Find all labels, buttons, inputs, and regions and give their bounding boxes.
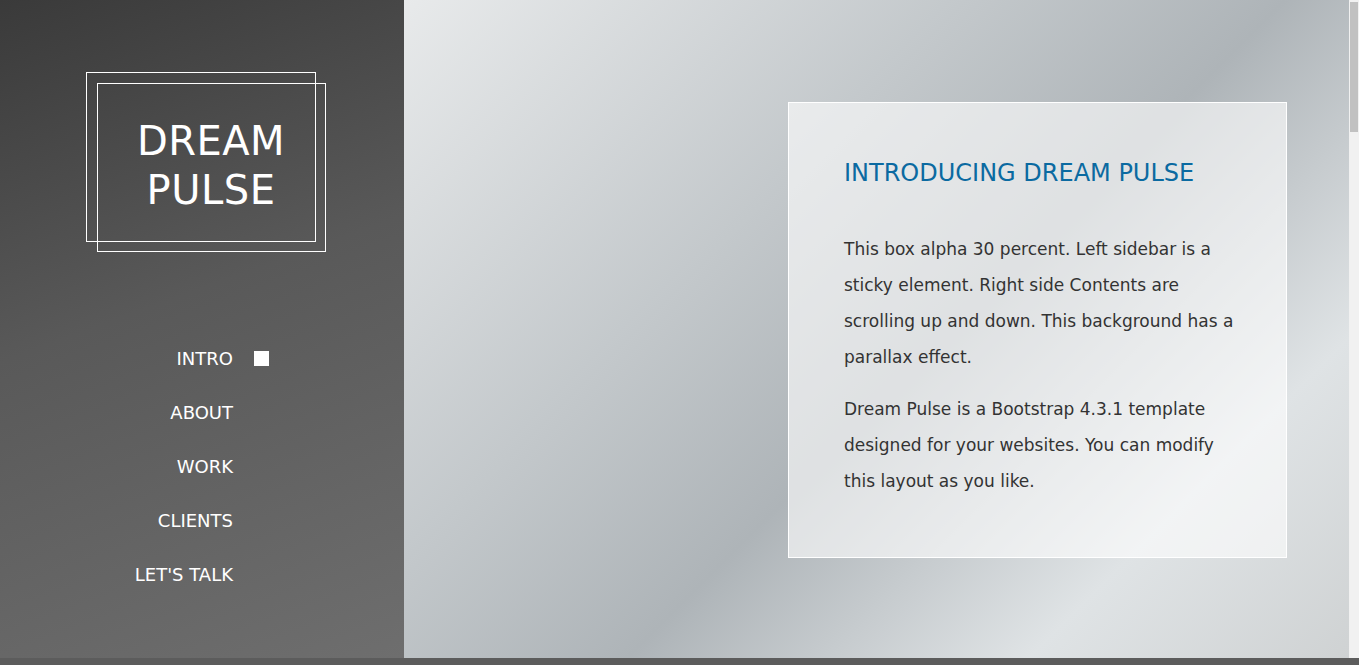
nav-marker xyxy=(254,459,269,474)
nav-label[interactable]: CLIENTS xyxy=(158,510,233,531)
nav-label[interactable]: ABOUT xyxy=(170,402,233,423)
logo[interactable]: DREAMPULSE xyxy=(86,72,316,242)
nav-marker xyxy=(254,405,269,420)
nav-marker xyxy=(254,513,269,528)
scrollbar[interactable] xyxy=(1349,0,1359,658)
nav-label[interactable]: WORK xyxy=(177,456,233,477)
nav-list: INTRO ABOUT WORK CLIENTS LET'S TALK xyxy=(0,331,404,601)
intro-paragraph: Dream Pulse is a Bootstrap 4.3.1 templat… xyxy=(844,391,1236,499)
intro-card: INTRODUCING DREAM PULSE This box alpha 30… xyxy=(788,102,1287,558)
scrollbar-thumb[interactable] xyxy=(1350,2,1358,132)
logo-line: PULSE xyxy=(147,166,276,215)
nav-label[interactable]: LET'S TALK xyxy=(135,564,233,585)
nav-marker xyxy=(254,351,269,366)
intro-paragraph: This box alpha 30 percent. Left sidebar … xyxy=(844,231,1236,375)
taskbar xyxy=(0,658,1359,665)
nav-item[interactable]: CLIENTS xyxy=(158,493,269,547)
logo-line: DREAM xyxy=(137,117,285,166)
nav-item[interactable]: WORK xyxy=(177,439,269,493)
nav-item[interactable]: ABOUT xyxy=(170,385,269,439)
intro-title: INTRODUCING DREAM PULSE xyxy=(844,157,1236,189)
nav-item[interactable]: INTRO xyxy=(177,331,269,385)
nav-item[interactable]: LET'S TALK xyxy=(135,547,269,601)
page: DREAMPULSE INTRO ABOUT WORK CLIENTS LET'S TAL… xyxy=(0,0,1359,665)
nav-marker xyxy=(254,567,269,582)
main-area: INTRODUCING DREAM PULSE This box alpha 30… xyxy=(404,0,1349,658)
sidebar: DREAMPULSE INTRO ABOUT WORK CLIENTS LET'S TAL… xyxy=(0,0,404,658)
page-body: DREAMPULSE INTRO ABOUT WORK CLIENTS LET'S TAL… xyxy=(0,0,1359,658)
nav-label[interactable]: INTRO xyxy=(177,348,233,369)
